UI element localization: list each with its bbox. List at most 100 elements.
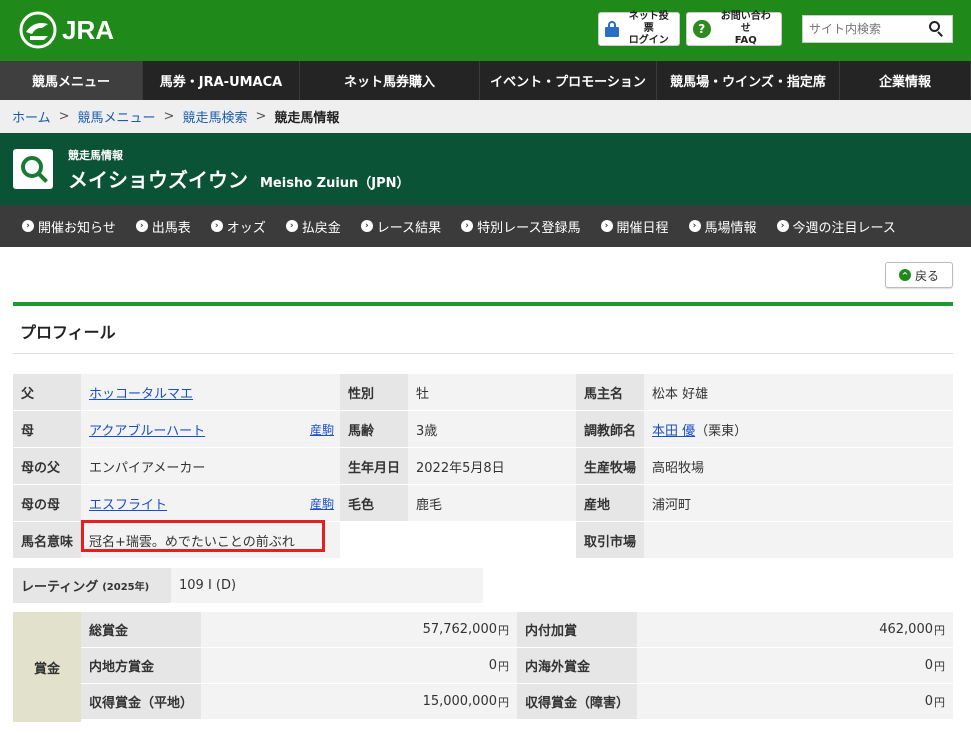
added-prize-label: 内付加賞 — [517, 612, 637, 647]
breadcrumb: ホーム > 競馬メニュー > 競走馬検索 > 競走馬情報 — [0, 100, 971, 133]
nav-events[interactable]: イベント・プロモーション — [480, 61, 657, 100]
market-value — [644, 522, 953, 558]
jump-prize-label: 収得賞金（障害） — [517, 684, 637, 719]
table-row: 父 ホッコータルマエ 性別 牡 馬主名 松本 好雄 — [13, 374, 953, 411]
dam-label: 母 — [13, 411, 81, 447]
subnav-item-schedule[interactable]: › 開催日程 — [600, 217, 669, 236]
flat-prize-value: 15,000,000 — [422, 694, 497, 709]
horse-name-jp: メイショウズイウン — [68, 168, 248, 192]
table-row: 総賞金 57,762,000 円 内付加賞 462,000 円 — [81, 612, 953, 648]
back-button[interactable]: ^ 戻る — [885, 262, 953, 288]
chevron-right-icon: › — [600, 220, 613, 232]
table-row: 母 アクアブルーハート 産駒 馬齢 3歳 調教師名 本田 優 （栗東） — [13, 411, 953, 448]
net-vote-login-button[interactable]: ネット投票 ログイン — [598, 11, 680, 46]
breadcrumb-separator: > — [58, 109, 70, 124]
chevron-up-icon: ^ — [898, 269, 911, 281]
birth-label: 生年月日 — [340, 448, 408, 484]
trainer-area: （栗東） — [695, 423, 748, 439]
chevron-right-icon: › — [210, 220, 223, 232]
owner-label: 馬主名 — [576, 374, 644, 410]
color-label: 毛色 — [340, 485, 408, 521]
nav-keiba-menu[interactable]: 競馬メニュー — [0, 61, 143, 100]
section-top-rule — [13, 302, 953, 306]
chevron-right-icon: › — [22, 220, 34, 232]
breeder-value: 高昭牧場 — [644, 448, 953, 484]
nav-racecourses[interactable]: 競馬場・ウインズ・指定席 — [657, 61, 840, 100]
search-input[interactable] — [803, 22, 923, 36]
breadcrumb-keiba-menu[interactable]: 競馬メニュー — [78, 107, 156, 126]
trainer-label: 調教師名 — [576, 411, 644, 447]
market-label: 取引市場 — [576, 522, 644, 558]
total-prize-label: 総賞金 — [81, 612, 201, 647]
lock-icon — [605, 21, 619, 37]
local-prize-label: 内地方賞金 — [81, 648, 201, 683]
chevron-right-icon: › — [688, 220, 701, 232]
section-divider — [13, 353, 953, 354]
sex-label: 性別 — [340, 374, 408, 410]
login-line2: ログイン — [628, 35, 669, 46]
horse-name-en: Meisho Zuiun（JPN） — [260, 176, 410, 191]
granddam-label: 母の母 — [13, 485, 81, 521]
nav-net-baken[interactable]: ネット馬券購入 — [300, 61, 480, 100]
added-prize-value: 462,000 — [879, 622, 933, 637]
subnav-item-featured[interactable]: › 今週の注目レース — [776, 217, 896, 236]
faq-line2: FAQ — [734, 35, 757, 46]
nav-baken-umaca[interactable]: 馬券・JRA-UMACA — [143, 61, 300, 100]
nav-corporate[interactable]: 企業情報 — [840, 61, 971, 100]
dam-link[interactable]: アクアブルーハート — [89, 420, 205, 439]
rating-value: 109 I (D) — [171, 568, 483, 603]
dam-progeny-link[interactable]: 産駒 — [310, 421, 334, 438]
breadcrumb-current: 競走馬情報 — [274, 111, 340, 126]
page-title: メイショウズイウン Meisho Zuiun（JPN） — [68, 164, 410, 193]
profile-table: 父 ホッコータルマエ 性別 牡 馬主名 松本 好雄 母 アクアブルーハート 産駒… — [13, 374, 953, 559]
chevron-right-icon: › — [135, 220, 148, 232]
breadcrumb-separator: > — [255, 109, 267, 124]
site-header: JRA ネット投票 ログイン ? お問い合わせ FAQ — [0, 0, 971, 61]
table-row: 母の父 エンパイアメーカー 生年月日 2022年5月8日 生産牧場 高昭牧場 — [13, 448, 953, 485]
granddam-link[interactable]: エスフライト — [89, 494, 167, 513]
subnav-item-special-entries[interactable]: › 特別レース登録馬 — [461, 217, 581, 236]
breeder-label: 生産牧場 — [576, 448, 644, 484]
flat-prize-label: 収得賞金（平地） — [81, 684, 201, 719]
origin-value: 浦河町 — [644, 485, 953, 521]
chevron-right-icon: › — [360, 220, 373, 232]
chevron-right-icon: › — [461, 220, 474, 232]
logo-text: JRA — [62, 14, 115, 45]
subnav-item-track-info[interactable]: › 馬場情報 — [688, 217, 757, 236]
breadcrumb-home[interactable]: ホーム — [12, 107, 51, 126]
subnav-item-odds[interactable]: › オッズ — [210, 217, 266, 236]
overseas-prize-label: 内海外賞金 — [517, 648, 637, 683]
subnav-item-notices[interactable]: › 開催お知らせ — [22, 217, 116, 236]
rating-row: レーティング (2025年) 109 I (D) — [13, 568, 483, 603]
back-button-label: 戻る — [914, 268, 939, 283]
subnav-item-results[interactable]: › レース結果 — [360, 217, 441, 236]
trainer-link[interactable]: 本田 優 — [652, 420, 695, 439]
search-icon[interactable] — [929, 21, 945, 37]
sub-nav: › 開催お知らせ › 出馬表 › オッズ › 払戻金 › レース結果 › 特別レース登録馬 … — [0, 205, 971, 247]
local-prize-value: 0 — [488, 658, 497, 673]
page-title-band: 競走馬情報 メイショウズイウン Meisho Zuiun（JPN） — [0, 133, 971, 205]
question-icon: ? — [693, 20, 711, 38]
site-search — [802, 15, 953, 43]
jra-logo[interactable]: JRA — [18, 10, 114, 50]
breadcrumb-horse-search[interactable]: 競走馬検索 — [182, 107, 247, 126]
faq-line1: お問い合わせ — [720, 11, 771, 34]
subnav-item-payouts[interactable]: › 払戻金 — [285, 217, 341, 236]
chevron-right-icon: › — [285, 220, 298, 232]
birth-value: 2022年5月8日 — [408, 448, 576, 484]
jump-prize-value: 0 — [924, 694, 933, 709]
age-value: 3歳 — [408, 411, 576, 447]
sire-label: 父 — [13, 374, 81, 410]
origin-label: 産地 — [576, 485, 644, 521]
profile-heading: プロフィール — [20, 323, 116, 342]
granddam-progeny-link[interactable]: 産駒 — [310, 495, 334, 512]
age-label: 馬齢 — [340, 411, 408, 447]
overseas-prize-value: 0 — [924, 658, 933, 673]
meaning-value: 冠名+瑞雲。めでたいことの前ぶれ — [81, 522, 340, 558]
rating-label: レーティング — [21, 580, 99, 595]
sire-link[interactable]: ホッコータルマエ — [89, 383, 193, 402]
meaning-label: 馬名意味 — [13, 522, 81, 558]
faq-button[interactable]: ? お問い合わせ FAQ — [686, 11, 782, 46]
subnav-item-entries[interactable]: › 出馬表 — [135, 217, 191, 236]
owner-value: 松本 好雄 — [644, 374, 953, 410]
